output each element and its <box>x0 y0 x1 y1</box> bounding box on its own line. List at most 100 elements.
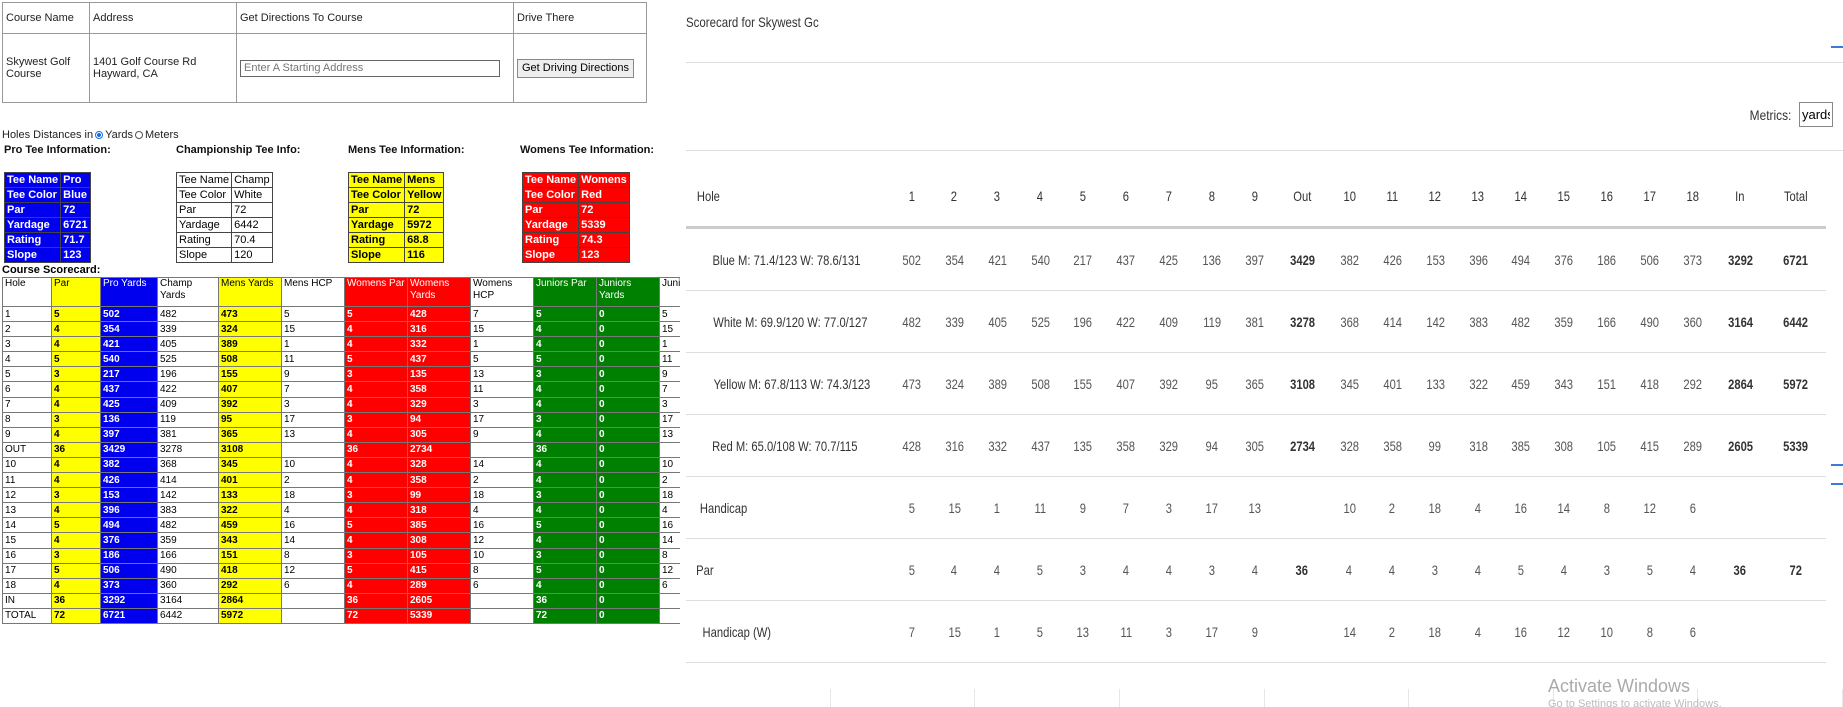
cell-text: 15 <box>948 499 961 516</box>
score-cell: 17 <box>1190 476 1234 539</box>
cell-text: 3 <box>1432 561 1439 578</box>
score-cell: 405 <box>975 290 1019 353</box>
score-cell: 1 <box>975 600 1019 663</box>
cell-text: 6442 <box>1783 313 1809 330</box>
cell-text: 8 <box>1646 623 1654 640</box>
cell-text: 2734 <box>1289 437 1315 454</box>
cell-text: 135 <box>1073 437 1093 454</box>
scorecard-cell: 5 <box>533 517 597 534</box>
cell-text: 322 <box>1468 375 1488 392</box>
scorecard-cell: 1 <box>2 305 52 323</box>
edge-marker <box>1831 464 1843 466</box>
score-cell: 3429 <box>1276 227 1328 291</box>
cell-text: 407 <box>1116 375 1136 392</box>
cell-text: 358 <box>1116 437 1136 454</box>
score-cell: 345 <box>1327 352 1371 415</box>
score-cell: 11 <box>1370 166 1414 229</box>
tee-label: Yardage <box>175 217 233 233</box>
score-cell: 3 <box>1585 538 1629 601</box>
scorecard-row: 1 5 502 482 473 5 5 428 7 5 0 5 <box>2 305 680 323</box>
cell-text: 151 <box>1597 375 1617 392</box>
score-cell: 421 <box>975 227 1019 291</box>
cell-text: 12 <box>1429 188 1442 204</box>
score-cell <box>1714 600 1766 663</box>
scorecard-row: OUT 36 3429 3278 3108 36 2734 36 0 <box>2 441 680 458</box>
tee-label: Slope <box>347 247 406 263</box>
score-cell: 316 <box>932 414 976 477</box>
scorecard-cell: 18 <box>470 487 534 504</box>
left-pane: Course Name Address Get Directions To Co… <box>0 0 680 707</box>
score-cell: 358 <box>1104 414 1148 477</box>
row-label: Red M: 65.0/108 W: 70.7/115 <box>686 414 890 477</box>
cell-text: 5 <box>1646 561 1654 578</box>
scorecard-cell: 2 <box>2 321 52 338</box>
scorecard-cell: 365 <box>218 426 282 443</box>
score-cell: 10 <box>1585 600 1629 663</box>
score-cell: 343 <box>1542 352 1586 415</box>
cell-text: 397 <box>1245 251 1265 268</box>
scorecard-cell: 425 <box>100 396 158 413</box>
tee-label: Par <box>175 202 233 218</box>
cell-text: 5 <box>1037 561 1044 578</box>
score-cell: 7 <box>1147 166 1191 229</box>
scorecard-cell: 437 <box>407 351 471 368</box>
scorecard-cell: 5 <box>470 351 534 368</box>
cell-text: 6721 <box>1783 251 1809 268</box>
score-cell: 508 <box>1018 352 1062 415</box>
scorecard-cell: 3 <box>281 396 345 413</box>
score-cell: 409 <box>1147 290 1191 353</box>
header-drive-there: Drive There <box>513 2 647 34</box>
score-cell: 381 <box>1233 290 1277 353</box>
scorecard-cell: 0 <box>596 547 660 564</box>
scorecard-cell: 5 <box>51 305 101 323</box>
get-driving-directions-button[interactable]: Get Driving Directions <box>517 58 634 78</box>
score-cell: 383 <box>1456 290 1500 353</box>
score-cell: 72 <box>1765 538 1826 601</box>
score-cell: 525 <box>1018 290 1062 353</box>
scorecard-cell: 494 <box>100 517 158 534</box>
pro-tee-heading: Pro Tee Information: <box>4 144 111 156</box>
score-cell: 4 <box>1671 538 1715 601</box>
scorecard-cell: 4 <box>533 426 597 443</box>
meters-radio[interactable] <box>135 131 144 139</box>
cell-text: 2864 <box>1727 375 1753 392</box>
score-cell: 4 <box>1327 538 1371 601</box>
scorecard-cell: 5 <box>344 351 408 368</box>
cell-text: 316 <box>945 437 964 454</box>
score-cell: 155 <box>1061 352 1105 415</box>
score-cell: 292 <box>1671 352 1715 415</box>
scorecard-cell: 99 <box>407 487 471 504</box>
tee-value: 123 <box>578 247 630 263</box>
scorecard-header-row: Hole 1 2 3 4 5 6 7 8 9 Out 10 11 12 13 14 15 16 17 18 In Tota… <box>686 166 1826 229</box>
yards-radio[interactable] <box>95 131 104 139</box>
score-cell: 2 <box>1370 476 1414 539</box>
score-cell: 18 <box>1413 600 1457 663</box>
scorecard-cell: 4 <box>533 472 597 489</box>
scorecard-cell: 155 <box>218 366 282 383</box>
start-address-input[interactable] <box>240 59 500 77</box>
scorecard-grid: Hole 1 2 3 4 5 6 7 8 9 Out 10 11 12 13 14 15 16 17 18 In Tota… <box>686 166 1826 663</box>
cell-text: 1 <box>994 623 1001 640</box>
scorecard-cell: 12 <box>281 562 345 579</box>
cell-text: 328 <box>1340 437 1359 454</box>
metrics-select[interactable] <box>1799 102 1833 127</box>
scorecard-cell: 358 <box>407 472 471 489</box>
scorecard-cell: 3 <box>51 411 101 428</box>
scorecard-cell: 9 <box>281 366 345 383</box>
score-cell: 360 <box>1671 290 1715 353</box>
score-cell: 3278 <box>1276 290 1328 353</box>
cell-text: 4 <box>994 561 1001 578</box>
scorecard-cell: 0 <box>596 472 660 489</box>
scorecard-cell: 133 <box>218 487 282 504</box>
scorecard-cell: 4 <box>533 456 597 474</box>
score-cell: 385 <box>1499 414 1543 477</box>
tee-label: Par <box>3 202 62 218</box>
tee-value: 72 <box>60 202 91 218</box>
scorecard-col-header: Womens HCP <box>470 277 534 307</box>
cell-text: 4 <box>1346 561 1353 578</box>
tee-value: 70.4 <box>231 232 273 248</box>
scorecard-cell: 15 <box>281 321 345 338</box>
score-cell: 186 <box>1585 227 1629 291</box>
score-cell: 482 <box>889 290 933 353</box>
scorecard-cell: 396 <box>100 502 158 519</box>
